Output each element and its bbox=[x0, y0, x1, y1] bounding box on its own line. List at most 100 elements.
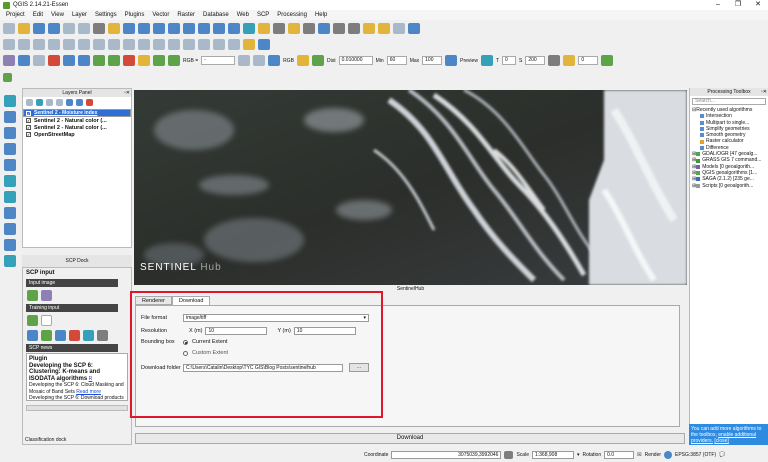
layer-checkbox[interactable]: ✓ bbox=[26, 118, 31, 123]
chevron-down-icon[interactable]: ▾ bbox=[577, 452, 580, 458]
delete-selected-icon[interactable] bbox=[93, 39, 105, 50]
paste-features-icon[interactable] bbox=[138, 39, 150, 50]
composer-manager-icon[interactable] bbox=[78, 23, 90, 34]
ad-close-link[interactable]: [close] bbox=[714, 438, 728, 444]
menu-edit[interactable]: Edit bbox=[29, 12, 47, 18]
scale-field[interactable]: 1:368,908 bbox=[531, 451, 574, 459]
label-pin-icon[interactable] bbox=[168, 39, 180, 50]
toolbox-search-input[interactable]: Search... bbox=[692, 98, 766, 105]
remove-temp-icon[interactable] bbox=[548, 55, 561, 66]
news-item-1-link[interactable]: R bbox=[89, 376, 93, 382]
bookmark-icon[interactable] bbox=[378, 23, 390, 34]
zoom-full-icon[interactable] bbox=[168, 23, 180, 34]
menu-scp[interactable]: SCP bbox=[253, 12, 273, 18]
menu-web[interactable]: Web bbox=[233, 12, 253, 18]
batch-icon[interactable] bbox=[123, 55, 135, 66]
save-edits-icon[interactable] bbox=[33, 39, 45, 50]
t-input[interactable]: 0 bbox=[502, 56, 516, 65]
max-input[interactable]: 100 bbox=[422, 56, 443, 65]
zoom-roi-icon[interactable] bbox=[268, 55, 281, 66]
band-set-image-icon[interactable] bbox=[41, 290, 52, 301]
roi-icon[interactable] bbox=[238, 55, 251, 66]
close-button[interactable]: ✕ bbox=[748, 0, 768, 10]
expand-all-icon[interactable] bbox=[66, 99, 73, 106]
zoom-preview-icon[interactable] bbox=[445, 55, 458, 66]
filter-legend-icon[interactable] bbox=[46, 99, 53, 106]
layer-checkbox[interactable]: ✓ bbox=[26, 110, 31, 116]
filter-icon[interactable] bbox=[56, 99, 63, 106]
roi-pointer-icon[interactable] bbox=[253, 55, 266, 66]
preview-redo-icon[interactable] bbox=[480, 55, 493, 66]
csv-icon[interactable] bbox=[243, 39, 255, 50]
layer-item[interactable]: ✓ OpenStreetMap bbox=[23, 131, 131, 138]
next-icon[interactable] bbox=[601, 55, 614, 66]
map-canvas[interactable]: SENTINEL Hub bbox=[134, 90, 687, 285]
add-wcs-icon[interactable] bbox=[4, 175, 16, 187]
print-composer-icon[interactable] bbox=[63, 23, 75, 34]
batch-small-icon[interactable] bbox=[97, 330, 108, 341]
layer-item[interactable]: ✓ Sentinel 2 - Moisture index bbox=[23, 109, 131, 117]
cloud-mask-icon[interactable] bbox=[563, 55, 576, 66]
crs-globe-icon[interactable] bbox=[664, 451, 673, 459]
news-item-2-link[interactable]: Read more bbox=[76, 389, 101, 395]
identify-icon[interactable] bbox=[258, 23, 270, 34]
maximize-button[interactable]: ❐ bbox=[728, 0, 748, 10]
label-move-icon[interactable] bbox=[198, 39, 210, 50]
scp-input-tab[interactable]: SCP input bbox=[23, 268, 131, 278]
rgb-icon[interactable] bbox=[153, 55, 165, 66]
zoom-selection-icon[interactable] bbox=[183, 23, 195, 34]
pan-to-selection-icon[interactable] bbox=[108, 23, 120, 34]
classification-dock-tab[interactable]: Classification dock bbox=[22, 437, 132, 445]
menu-plugins[interactable]: Plugins bbox=[121, 12, 149, 18]
download-products-icon[interactable] bbox=[27, 330, 38, 341]
current-edits-icon[interactable] bbox=[3, 39, 15, 50]
add-delimited-text-icon[interactable] bbox=[4, 223, 16, 235]
add-mssql-icon[interactable] bbox=[4, 143, 16, 155]
select-icon[interactable] bbox=[273, 23, 285, 34]
zoom-out-icon[interactable] bbox=[138, 23, 150, 34]
label-icon[interactable] bbox=[153, 39, 165, 50]
postprocess-icon[interactable] bbox=[69, 330, 80, 341]
new-training-icon[interactable] bbox=[27, 315, 38, 326]
add-oracle-icon[interactable] bbox=[4, 207, 16, 219]
add-wfs-icon[interactable] bbox=[4, 191, 16, 203]
save-project-icon[interactable] bbox=[33, 23, 45, 34]
panel-float-close-icon[interactable]: ▫✕ bbox=[761, 88, 767, 96]
label-change-icon[interactable] bbox=[228, 39, 240, 50]
add-spatialite-icon[interactable] bbox=[4, 127, 16, 139]
coordinate-toggle-icon[interactable] bbox=[504, 451, 514, 459]
refresh-icon[interactable] bbox=[243, 23, 255, 34]
settings-icon[interactable] bbox=[138, 55, 150, 66]
zoom-in-icon[interactable] bbox=[123, 23, 135, 34]
preprocess-icon[interactable] bbox=[55, 330, 66, 341]
new-project-icon[interactable] bbox=[3, 23, 15, 34]
zoom-next-icon[interactable] bbox=[228, 23, 240, 34]
tools-icon[interactable] bbox=[41, 330, 52, 341]
zoom-native-icon[interactable] bbox=[153, 23, 165, 34]
add-raster-icon[interactable] bbox=[4, 111, 16, 123]
label-show-icon[interactable] bbox=[183, 39, 195, 50]
rotation-field[interactable]: 0.0 bbox=[604, 451, 635, 459]
min-input[interactable]: 60 bbox=[386, 56, 407, 65]
menu-layer[interactable]: Layer bbox=[68, 12, 91, 18]
map-tips-icon[interactable] bbox=[363, 23, 375, 34]
training-file-icon[interactable] bbox=[41, 315, 52, 326]
add-wms-icon[interactable] bbox=[4, 159, 16, 171]
rgb-combo[interactable]: - bbox=[201, 56, 236, 65]
save-as-icon[interactable] bbox=[48, 23, 60, 34]
menu-processing[interactable]: Processing bbox=[273, 12, 311, 18]
download-button[interactable]: Download bbox=[135, 433, 685, 444]
layer-checkbox[interactable]: ✓ bbox=[26, 132, 31, 137]
attribute-table-icon[interactable] bbox=[303, 23, 315, 34]
cut-features-icon[interactable] bbox=[108, 39, 120, 50]
band-calc-icon[interactable] bbox=[78, 55, 90, 66]
band-calc-small-icon[interactable] bbox=[83, 330, 94, 341]
add-vector-icon[interactable] bbox=[4, 95, 16, 107]
node-tool-icon[interactable] bbox=[78, 39, 90, 50]
pan-icon[interactable] bbox=[93, 23, 105, 34]
open-project-icon[interactable] bbox=[18, 23, 30, 34]
preprocessing-icon[interactable] bbox=[48, 55, 60, 66]
providers-link[interactable]: providers. bbox=[691, 438, 713, 444]
menu-database[interactable]: Database bbox=[199, 12, 233, 18]
copy-features-icon[interactable] bbox=[123, 39, 135, 50]
